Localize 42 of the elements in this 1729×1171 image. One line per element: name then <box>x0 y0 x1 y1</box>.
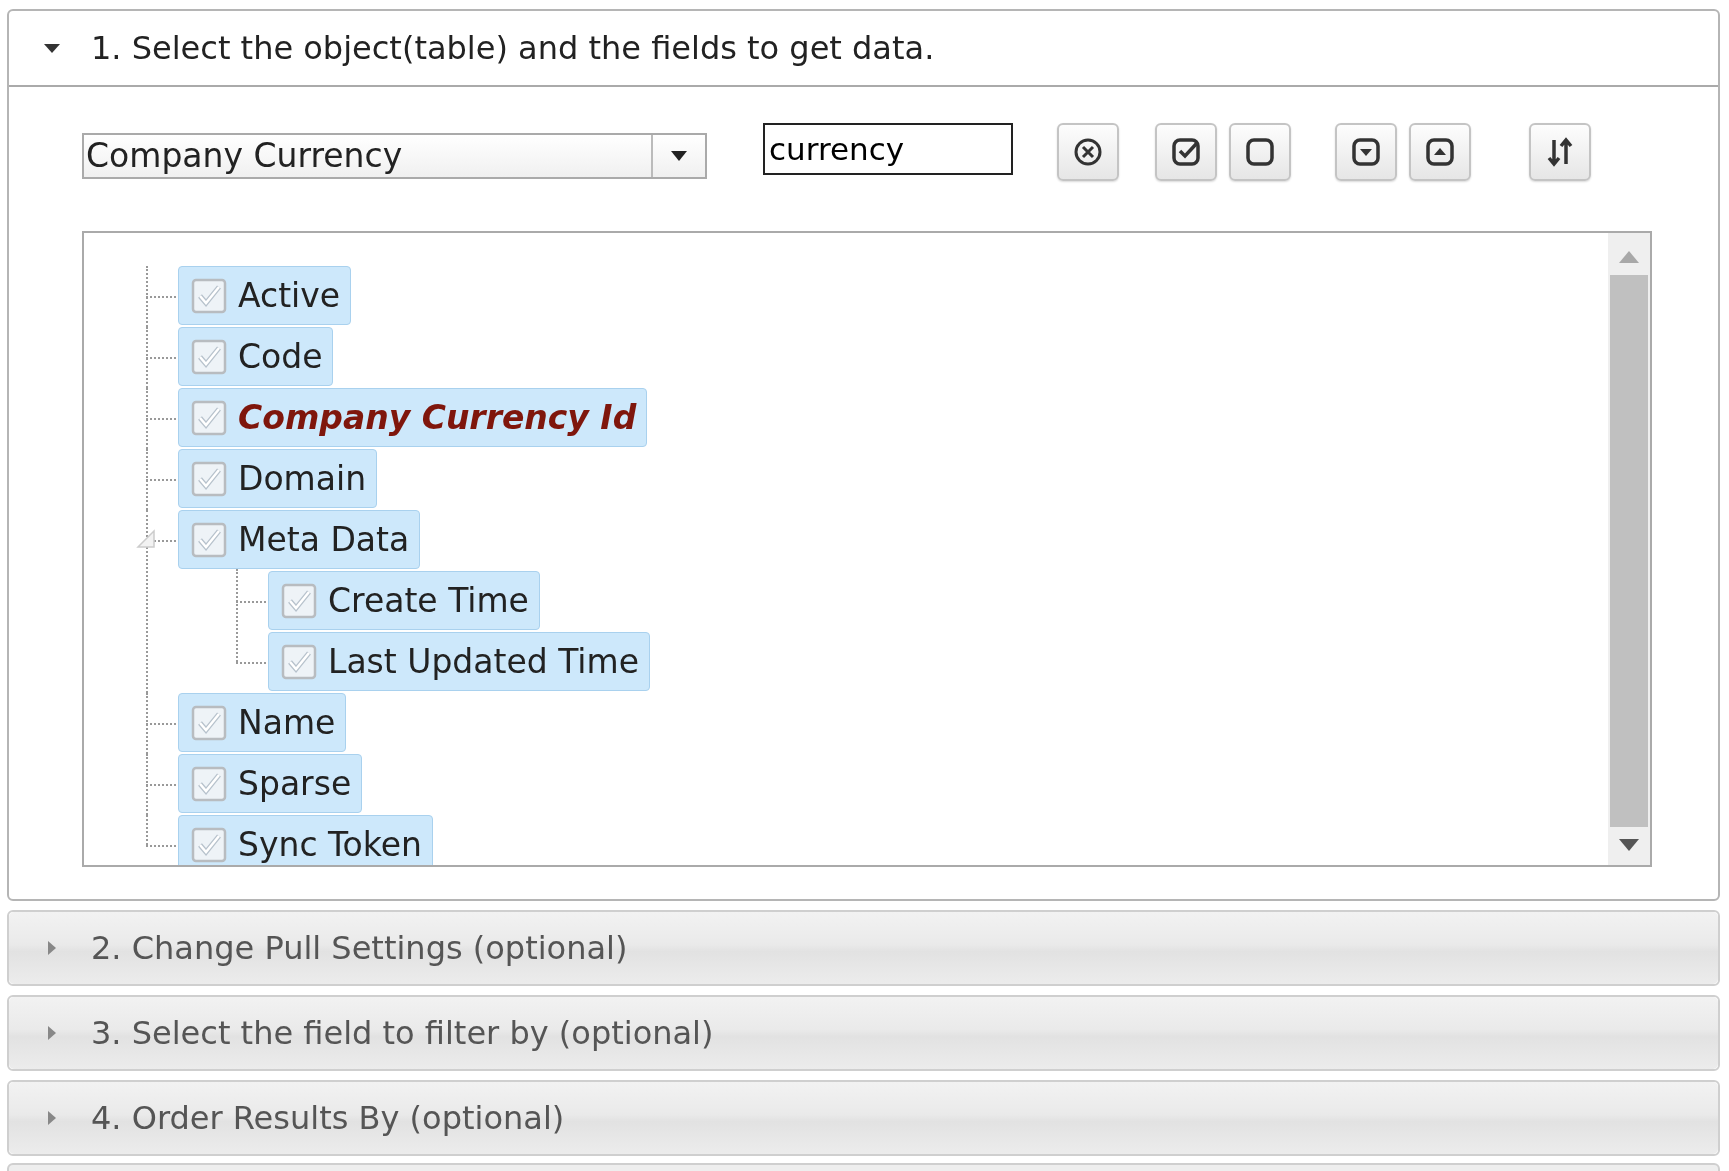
dropdown-arrow-icon <box>671 151 687 161</box>
search-field[interactable]: currency <box>763 123 1013 175</box>
tree-item[interactable]: Create Time <box>268 571 540 630</box>
empty-square-button[interactable] <box>1229 123 1291 181</box>
checked-checkbox[interactable] <box>191 338 227 375</box>
tree-item[interactable]: Sync Token <box>178 815 433 865</box>
accordion-header[interactable]: 4. Order Results By (optional) <box>9 1082 1718 1154</box>
square-up-triangle-button[interactable] <box>1409 123 1471 181</box>
checked-checkbox[interactable] <box>191 399 227 436</box>
tree-item[interactable]: Active <box>178 266 352 325</box>
up-down-arrows-icon <box>1545 137 1575 167</box>
scroll-up-arrow-icon <box>1619 251 1639 263</box>
checked-checkbox[interactable] <box>281 643 317 680</box>
accordion-header[interactable]: 1. Select the object(table) and the fields to get data. <box>9 11 1718 87</box>
checked-checkbox[interactable] <box>191 460 227 497</box>
checkbox-tick-button[interactable] <box>1155 123 1217 181</box>
tree-item[interactable]: Domain <box>178 449 378 508</box>
clear-icon <box>1073 137 1103 167</box>
checked-checkbox[interactable] <box>191 521 227 558</box>
empty-square-icon <box>1245 137 1275 167</box>
checked-checkbox[interactable] <box>191 826 227 863</box>
checked-checkbox[interactable] <box>191 765 227 802</box>
scrollbar-thumb[interactable] <box>1610 275 1648 827</box>
tree-item[interactable]: Last Updated Time <box>268 632 650 691</box>
tree-item[interactable]: Meta Data <box>178 510 421 569</box>
scroll-down-arrow-icon <box>1619 839 1639 851</box>
checked-checkbox[interactable] <box>191 704 227 741</box>
object-dropdown[interactable]: Company Currency <box>82 133 707 179</box>
accordion-header[interactable]: 2. Change Pull Settings (optional) <box>9 912 1718 984</box>
tree-item[interactable]: Company Currency Id <box>178 388 648 447</box>
clear-button[interactable] <box>1057 123 1119 181</box>
tree-item[interactable]: Code <box>178 327 334 386</box>
tree-item[interactable]: Name <box>178 693 347 752</box>
scrollbar[interactable] <box>1608 233 1650 865</box>
checked-checkbox[interactable] <box>281 582 317 619</box>
accordion-header[interactable]: 3. Select the field to filter by (optional) <box>9 997 1718 1069</box>
expanded-triangle-icon[interactable] <box>134 527 158 551</box>
checked-checkbox[interactable] <box>191 277 227 314</box>
square-down-triangle-button[interactable] <box>1335 123 1397 181</box>
tree-item[interactable]: Sparse <box>178 754 363 813</box>
checkbox-tick-icon <box>1171 137 1201 167</box>
up-down-arrows-button[interactable] <box>1529 123 1591 181</box>
